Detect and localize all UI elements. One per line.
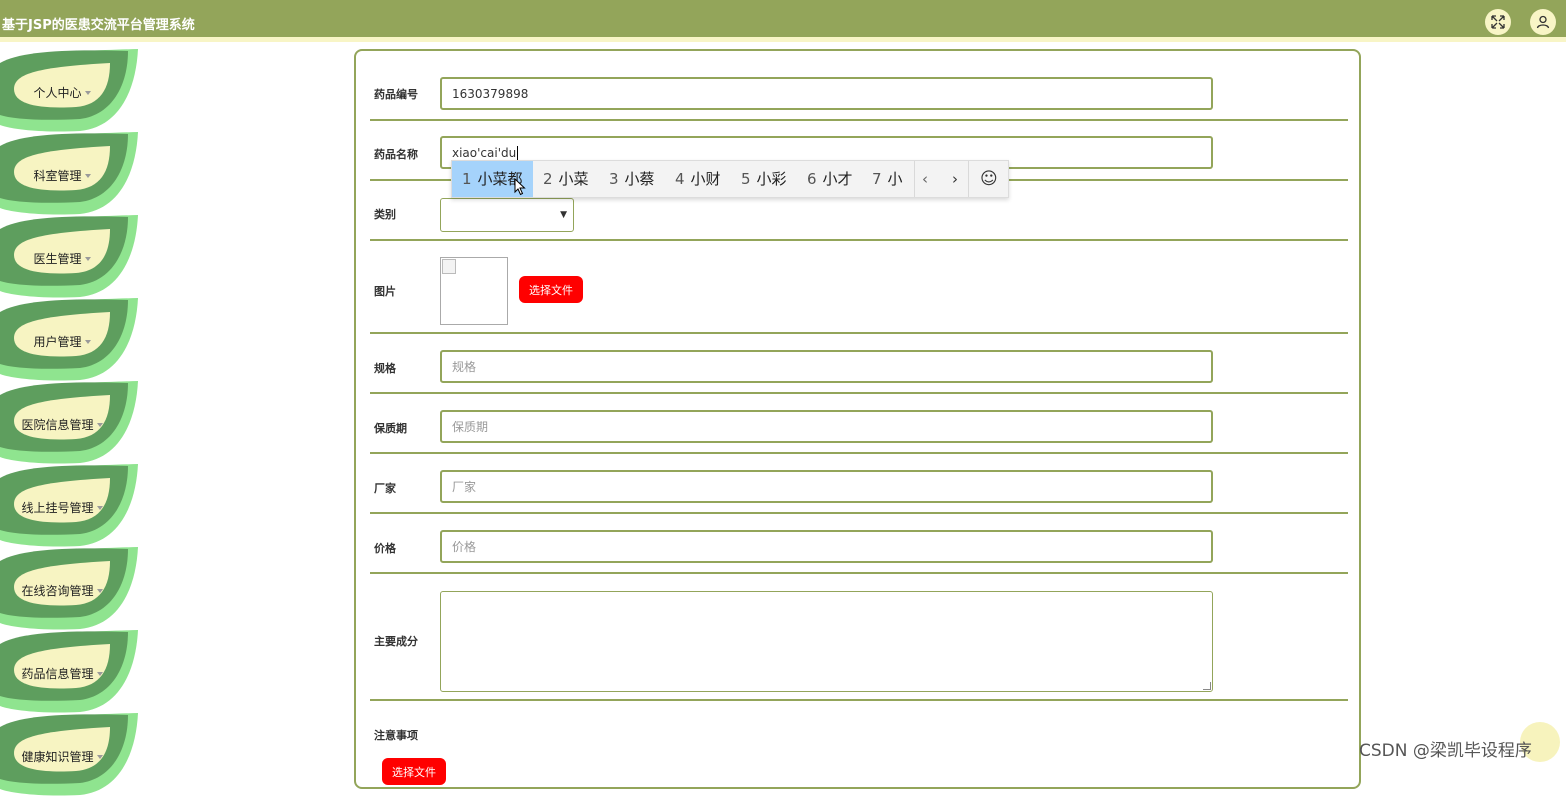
sidebar-item-doctor[interactable]: 医生管理: [0, 215, 140, 299]
code-value: 1630379898: [452, 86, 529, 101]
sidebar-item-department[interactable]: 科室管理: [0, 132, 140, 216]
form-row-image: 图片 选择文件: [370, 241, 1348, 334]
chevron-down-icon: ▼: [560, 210, 567, 220]
sidebar-item-label: 个人中心: [33, 85, 82, 100]
notes-choose-file-button[interactable]: 选择文件: [382, 758, 446, 785]
ime-candidate[interactable]: 2 小菜: [533, 161, 599, 197]
form-row-spec: 规格 规格: [370, 334, 1348, 394]
spec-label: 规格: [374, 362, 396, 375]
sidebar-item-hospital-info[interactable]: 医院信息管理: [0, 381, 140, 465]
shelf-life-label: 保质期: [374, 422, 407, 435]
sidebar-item-label: 用户管理: [33, 334, 82, 349]
ime-candidate[interactable]: 4 小财: [665, 161, 731, 197]
shelf-life-placeholder: 保质期: [452, 420, 489, 434]
choose-file-button[interactable]: 选择文件: [519, 276, 583, 303]
form-row-price: 价格 价格: [370, 514, 1348, 574]
top-bar: 基于JSP的医患交流平台管理系统: [0, 0, 1566, 42]
sidebar-item-label: 线上挂号管理: [21, 500, 94, 515]
code-input[interactable]: 1630379898: [440, 77, 1213, 110]
watermark: CSDN @梁凯毕设程序: [1359, 741, 1532, 761]
ingredients-label: 主要成分: [374, 635, 418, 648]
user-icon[interactable]: [1530, 9, 1556, 35]
sidebar-item-label: 科室管理: [33, 168, 82, 183]
caret-down-icon: [96, 672, 103, 676]
sidebar-item-label: 医院信息管理: [21, 417, 94, 432]
code-label: 药品编号: [374, 88, 418, 101]
form-row-code: 药品编号 1630379898: [370, 59, 1348, 121]
manufacturer-input[interactable]: 厂家: [440, 470, 1213, 503]
caret-down-icon: [96, 506, 103, 510]
sidebar-item-personal-center[interactable]: 个人中心: [0, 49, 140, 133]
sidebar-item-drug-info[interactable]: 药品信息管理: [0, 630, 140, 714]
sidebar-item-health-knowledge[interactable]: 健康知识管理: [0, 713, 140, 797]
caret-down-icon: [84, 174, 91, 178]
caret-down-icon: [96, 423, 103, 427]
spec-input[interactable]: 规格: [440, 350, 1213, 383]
caret-down-icon: [84, 257, 91, 261]
sidebar-item-user[interactable]: 用户管理: [0, 298, 140, 382]
sidebar-item-label: 健康知识管理: [21, 749, 94, 764]
fullscreen-icon[interactable]: [1485, 9, 1511, 35]
category-select[interactable]: ▼: [440, 198, 574, 232]
price-placeholder: 价格: [452, 540, 477, 554]
ime-candidate-bar: 1 小菜都 2 小菜 3 小蔡 4 小财 5 小彩 6 小才 7小 ‹ › ☺: [451, 160, 1009, 198]
ime-prev-icon[interactable]: ‹: [922, 161, 928, 197]
caret-down-icon: [84, 91, 91, 95]
ingredients-textarea[interactable]: [440, 591, 1213, 692]
ime-candidate[interactable]: 5 小彩: [731, 161, 797, 197]
broken-image-icon: [442, 259, 456, 274]
price-label: 价格: [374, 542, 396, 555]
ime-next-icon[interactable]: ›: [952, 161, 958, 197]
form-row-ingredients: 主要成分: [370, 574, 1348, 701]
sidebar-item-online-consult[interactable]: 在线咨询管理: [0, 547, 140, 631]
name-value: xiao'cai'du: [452, 145, 517, 160]
image-preview: [440, 257, 508, 325]
form-row-notes: 注意事项 选择文件: [370, 701, 1348, 801]
caret-down-icon: [96, 589, 103, 593]
sidebar-item-label: 在线咨询管理: [21, 583, 94, 598]
sidebar-item-label: 药品信息管理: [21, 666, 94, 681]
sidebar-item-online-registration[interactable]: 线上挂号管理: [0, 464, 140, 548]
caret-down-icon: [96, 755, 103, 759]
ime-candidate[interactable]: 6 小才: [797, 161, 863, 197]
category-label: 类别: [374, 208, 396, 221]
form-row-manufacturer: 厂家 厂家: [370, 454, 1348, 514]
app-title: 基于JSP的医患交流平台管理系统: [2, 18, 195, 33]
resize-grip-icon[interactable]: [1203, 682, 1211, 690]
text-cursor: [517, 145, 519, 160]
name-label: 药品名称: [374, 148, 418, 161]
shelf-life-input[interactable]: 保质期: [440, 410, 1213, 443]
form-row-shelf-life: 保质期 保质期: [370, 394, 1348, 454]
ime-divider: [914, 161, 915, 197]
image-label: 图片: [374, 285, 396, 298]
ime-divider: [968, 161, 969, 197]
price-input[interactable]: 价格: [440, 530, 1213, 563]
spec-placeholder: 规格: [452, 360, 477, 374]
caret-down-icon: [84, 340, 91, 344]
manufacturer-label: 厂家: [374, 482, 396, 495]
ime-candidate[interactable]: 3 小蔡: [599, 161, 665, 197]
ime-candidate[interactable]: 7小: [862, 161, 913, 197]
notes-label: 注意事项: [374, 729, 418, 742]
manufacturer-placeholder: 厂家: [452, 480, 477, 494]
sidebar-item-label: 医生管理: [33, 251, 82, 266]
sidebar: 个人中心 科室管理 医生管理 用户管理 医院信息管理 线上挂号管理 在线咨询管理…: [0, 47, 140, 796]
mouse-pointer-icon: [514, 178, 526, 196]
ime-emoji-icon[interactable]: ☺: [980, 161, 998, 197]
